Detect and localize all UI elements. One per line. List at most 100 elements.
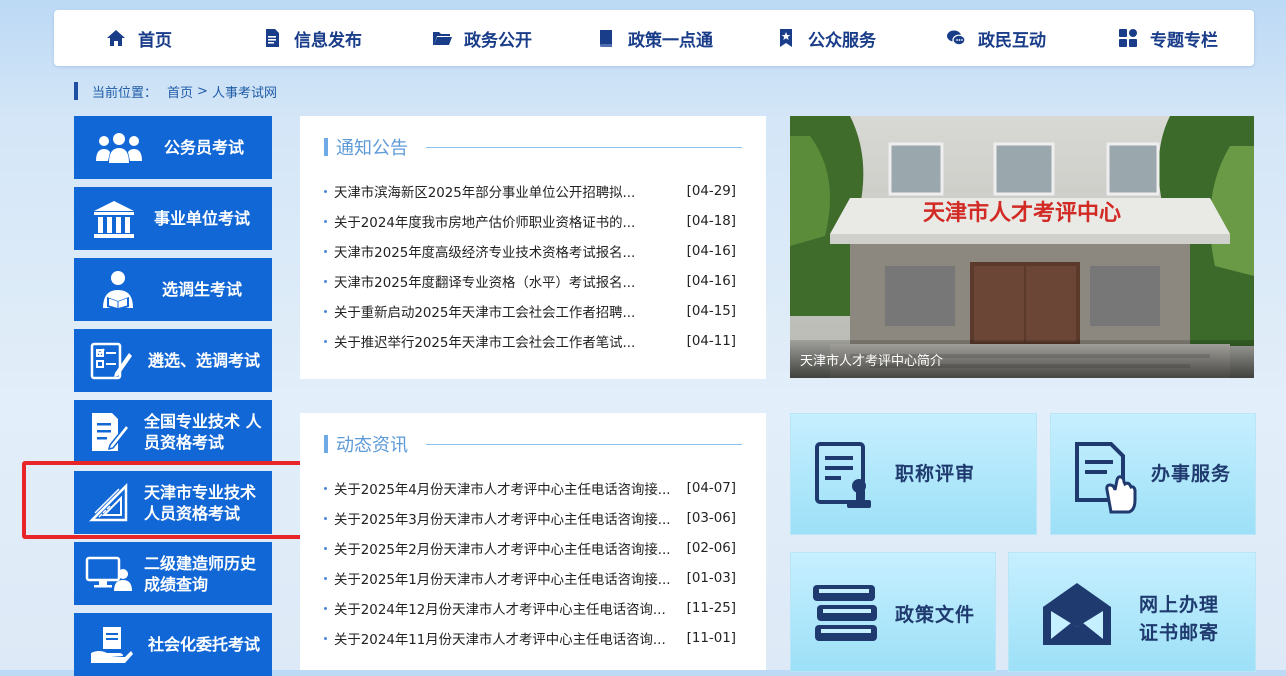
item-date: [04-15] bbox=[686, 303, 736, 319]
item-date: [04-18] bbox=[686, 213, 736, 229]
people-group-icon bbox=[74, 116, 164, 179]
menu-item-transfer-exam[interactable]: 遴选、选调考试 bbox=[74, 329, 272, 392]
bullet-icon bbox=[324, 636, 327, 640]
item-date: [04-07] bbox=[686, 480, 736, 496]
list-item[interactable]: 关于2024年12月份天津市人才考评中心主任电话咨询... [11-25] bbox=[324, 593, 736, 623]
nav-item-info-release[interactable]: 信息发布 bbox=[262, 10, 362, 66]
item-title[interactable]: 天津市2025年度高级经济专业技术资格考试报名... bbox=[334, 241, 684, 261]
menu-label: 事业单位考试 bbox=[154, 209, 251, 228]
item-title[interactable]: 关于推迟举行2025年天津市工会社会工作者笔试... bbox=[334, 331, 684, 351]
list-item[interactable]: 天津市2025年度高级经济专业技术资格考试报名... [04-16] bbox=[324, 236, 736, 266]
menu-item-public-institution[interactable]: 事业单位考试 bbox=[74, 187, 272, 250]
notice-title[interactable]: 通知公告 bbox=[336, 134, 408, 160]
nav-item-public-service[interactable]: 公众服务 bbox=[776, 10, 876, 66]
item-title[interactable]: 天津市2025年度翻译专业资格（水平）考试报名... bbox=[334, 271, 684, 291]
item-title[interactable]: 关于重新启动2025年天津市工会社会工作者招聘... bbox=[334, 301, 684, 321]
ruler-triangle-icon bbox=[74, 471, 144, 534]
notice-panel: 通知公告 天津市滨海新区2025年部分事业单位公开招聘拟... [04-29] 关… bbox=[300, 116, 766, 379]
chat-icon bbox=[947, 30, 966, 46]
photo-caption[interactable]: 天津市人才考评中心简介 bbox=[790, 340, 1254, 378]
item-title[interactable]: 关于2025年4月份天津市人才考评中心主任电话咨询接... bbox=[334, 478, 684, 498]
envelope-icon bbox=[1043, 583, 1111, 645]
menu-label: 二级建造师历史 成绩查询 bbox=[144, 553, 264, 595]
breadcrumb: 当前位置： 首页 > 人事考试网 bbox=[74, 82, 281, 101]
tile-label-line1: 网上办理 bbox=[1139, 594, 1220, 616]
certificate-stamp-icon bbox=[815, 442, 871, 508]
menu-item-tianjin-qualification[interactable]: 天津市专业技术 人员资格考试 bbox=[74, 471, 272, 534]
item-title[interactable]: 天津市滨海新区2025年部分事业单位公开招聘拟... bbox=[334, 181, 684, 201]
item-title[interactable]: 关于2025年1月份天津市人才考评中心主任电话咨询接... bbox=[334, 568, 684, 588]
item-title[interactable]: 关于2024年12月份天津市人才考评中心主任电话咨询... bbox=[334, 598, 684, 618]
list-item[interactable]: 关于2024年11月份天津市人才考评中心主任电话咨询... [11-01] bbox=[324, 623, 736, 653]
notice-list: 天津市滨海新区2025年部分事业单位公开招聘拟... [04-29] 关于2024… bbox=[324, 176, 736, 356]
folder-icon bbox=[433, 32, 452, 45]
building-icon bbox=[74, 187, 154, 250]
center-intro-photo[interactable]: 天津市人才考评中心 天津市人才考评中心简介 bbox=[790, 116, 1254, 378]
tile-label: 职称评审 bbox=[895, 463, 976, 485]
tile-title-review[interactable]: 职称评审 bbox=[790, 413, 1037, 535]
news-panel: 动态资讯 关于2025年4月份天津市人才考评中心主任电话咨询接... [04-07… bbox=[300, 413, 766, 670]
list-item[interactable]: 关于2025年2月份天津市人才考评中心主任电话咨询接... [02-06] bbox=[324, 533, 736, 563]
bullet-icon bbox=[324, 279, 327, 283]
menu-item-civil-servant[interactable]: 公务员考试 bbox=[74, 116, 272, 179]
list-item[interactable]: 天津市滨海新区2025年部分事业单位公开招聘拟... [04-29] bbox=[324, 176, 736, 206]
building-photo-illustration: 天津市人才考评中心 bbox=[790, 116, 1254, 378]
breadcrumb-current[interactable]: 人事考试网 bbox=[212, 82, 277, 101]
checklist-icon bbox=[74, 329, 148, 392]
bullet-icon bbox=[324, 546, 327, 550]
book-stack-icon bbox=[813, 585, 877, 641]
item-date: [03-06] bbox=[686, 510, 736, 526]
menu-label-line1: 天津市专业技术 bbox=[144, 482, 257, 502]
bullet-icon bbox=[324, 516, 327, 520]
bullet-icon bbox=[324, 219, 327, 223]
list-item[interactable]: 关于重新启动2025年天津市工会社会工作者招聘... [04-15] bbox=[324, 296, 736, 326]
nav-item-special-topics[interactable]: 专题专栏 bbox=[1118, 10, 1218, 66]
item-date: [04-29] bbox=[686, 183, 736, 199]
bookmark-star-icon bbox=[780, 29, 792, 47]
item-title[interactable]: 关于2024年11月份天津市人才考评中心主任电话咨询... bbox=[334, 628, 684, 648]
nav-item-policy[interactable]: 政策一点通 bbox=[596, 10, 713, 66]
nav-item-interaction[interactable]: 政民互动 bbox=[946, 10, 1046, 66]
bullet-icon bbox=[324, 486, 327, 490]
tile-online-certificate-mail[interactable]: 网上办理 证书邮寄 bbox=[1008, 552, 1256, 672]
menu-item-selected-graduate[interactable]: 选调生考试 bbox=[74, 258, 272, 321]
nav-label: 政策一点通 bbox=[628, 30, 713, 51]
nav-label: 专题专栏 bbox=[1150, 30, 1218, 51]
menu-label-line1: 二级建造师历史 bbox=[144, 553, 257, 573]
item-date: [01-03] bbox=[686, 570, 736, 586]
news-title[interactable]: 动态资讯 bbox=[336, 431, 408, 457]
tile-label: 网上办理 证书邮寄 bbox=[1139, 591, 1219, 647]
list-item[interactable]: 关于推迟举行2025年天津市工会社会工作者笔试... [04-11] bbox=[324, 326, 736, 356]
nav-label: 政务公开 bbox=[464, 30, 532, 51]
breadcrumb-home-link[interactable]: 首页 bbox=[167, 82, 193, 101]
exam-paper-icon bbox=[74, 400, 144, 463]
nav-label: 信息发布 bbox=[294, 30, 362, 51]
list-item[interactable]: 关于2025年1月份天津市人才考评中心主任电话咨询接... [01-03] bbox=[324, 563, 736, 593]
bullet-icon bbox=[324, 309, 327, 313]
item-title[interactable]: 关于2025年3月份天津市人才考评中心主任电话咨询接... bbox=[334, 508, 684, 528]
item-title[interactable]: 关于2024年度我市房地产估价师职业资格证书的... bbox=[334, 211, 684, 231]
nav-item-home[interactable]: 首页 bbox=[106, 10, 172, 66]
home-icon bbox=[107, 30, 125, 46]
menu-item-national-qualification[interactable]: 全国专业技术 人 员资格考试 bbox=[74, 400, 272, 463]
tile-policy-files[interactable]: 政策文件 bbox=[790, 552, 996, 672]
list-item[interactable]: 关于2025年3月份天津市人才考评中心主任电话咨询接... [03-06] bbox=[324, 503, 736, 533]
item-date: [02-06] bbox=[686, 540, 736, 556]
nav-item-gov-affairs[interactable]: 政务公开 bbox=[432, 10, 532, 66]
tile-service[interactable]: 办事服务 bbox=[1050, 413, 1256, 535]
menu-label-line1: 全国专业技术 人 bbox=[144, 411, 262, 431]
list-item[interactable]: 天津市2025年度翻译专业资格（水平）考试报名... [04-16] bbox=[324, 266, 736, 296]
section-bar bbox=[324, 435, 328, 453]
bullet-icon bbox=[324, 339, 327, 343]
menu-label: 选调生考试 bbox=[162, 280, 243, 299]
menu-item-constructor-scores[interactable]: 二级建造师历史 成绩查询 bbox=[74, 542, 272, 605]
list-item[interactable]: 关于2025年4月份天津市人才考评中心主任电话咨询接... [04-07] bbox=[324, 473, 736, 503]
item-date: [04-16] bbox=[686, 243, 736, 259]
item-title[interactable]: 关于2025年2月份天津市人才考评中心主任电话咨询接... bbox=[334, 538, 684, 558]
book-icon bbox=[600, 30, 612, 47]
menu-item-social-exam[interactable]: 社会化委托考试 bbox=[74, 613, 272, 676]
menu-label: 全国专业技术 人 员资格考试 bbox=[144, 411, 270, 453]
list-item[interactable]: 关于2024年度我市房地产估价师职业资格证书的... [04-18] bbox=[324, 206, 736, 236]
nav-label: 政民互动 bbox=[978, 30, 1046, 51]
computer-user-icon bbox=[74, 542, 144, 605]
